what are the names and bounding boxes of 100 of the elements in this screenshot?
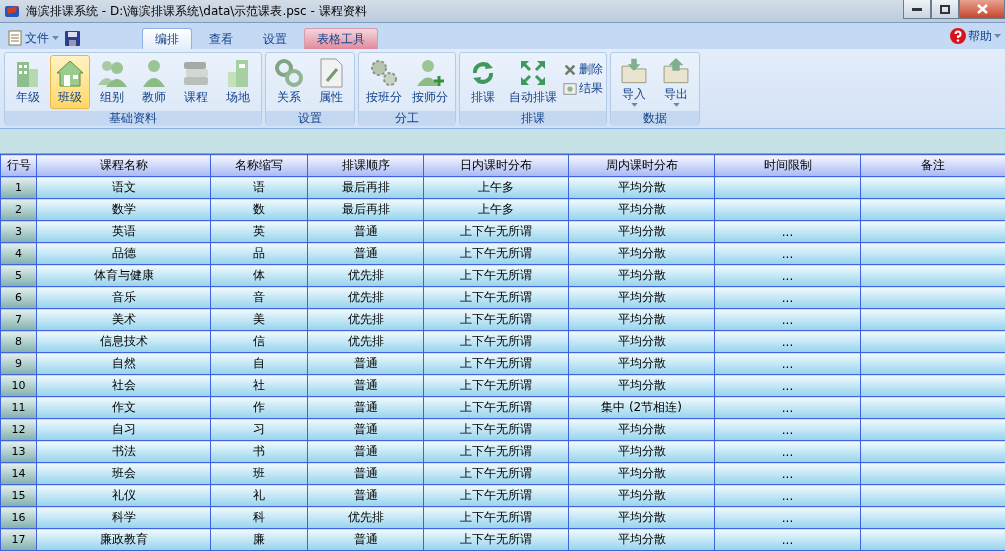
table-cell: 数学: [36, 198, 211, 221]
table-cell: 平均分散: [568, 484, 715, 507]
table-cell: 平均分散: [568, 330, 715, 353]
group-title: 数据: [611, 111, 699, 126]
table-cell: ...: [714, 286, 861, 309]
table-cell: 平均分散: [568, 506, 715, 529]
table-cell: 上午多: [423, 198, 569, 221]
maximize-icon: [940, 4, 950, 14]
column-header[interactable]: 行号: [0, 154, 37, 177]
table-cell: 英语: [36, 220, 211, 243]
table-cell: 上下午无所谓: [423, 528, 569, 551]
ribbon-button[interactable]: 年级: [8, 55, 48, 109]
table-cell: 廉政教育: [36, 528, 211, 551]
save-icon[interactable]: [65, 31, 80, 46]
document-icon: [8, 30, 22, 46]
maximize-button[interactable]: [931, 0, 959, 19]
chain-link-icon: [273, 57, 305, 89]
table-cell: ...: [714, 264, 861, 287]
table-cell: 平均分散: [568, 242, 715, 265]
ribbon-tab[interactable]: 表格工具: [304, 28, 378, 49]
group-title: 分工: [359, 111, 455, 126]
table-cell: 上下午无所谓: [423, 286, 569, 309]
ribbon-button[interactable]: 导入: [614, 55, 654, 109]
column-header[interactable]: 时间限制: [714, 154, 861, 177]
table-cell: 自然: [36, 352, 211, 375]
ribbon-button[interactable]: 组别: [92, 55, 132, 109]
table-cell: 上下午无所谓: [423, 242, 569, 265]
table-cell: 平均分散: [568, 220, 715, 243]
table-cell: 上下午无所谓: [423, 484, 569, 507]
ribbon-button[interactable]: 教师: [134, 55, 174, 109]
table-cell: 平均分散: [568, 462, 715, 485]
table-cell: 美术: [36, 308, 211, 331]
row-number: 11: [0, 396, 37, 419]
row-number: 6: [0, 286, 37, 309]
table-cell: 上下午无所谓: [423, 308, 569, 331]
window-title: 海滨排课系统 - D:\海滨排课系统\data\示范课表.psc - 课程资料: [26, 2, 367, 20]
group-title: 基础资料: [5, 111, 261, 126]
ribbon-tab[interactable]: 编排: [142, 28, 192, 49]
file-menu[interactable]: 文件: [8, 27, 59, 49]
row-number: 15: [0, 484, 37, 507]
column-header[interactable]: 课程名称: [36, 154, 211, 177]
close-button[interactable]: [959, 0, 1005, 19]
table-cell: ...: [714, 220, 861, 243]
table-cell: ...: [714, 330, 861, 353]
table-cell: 平均分散: [568, 198, 715, 221]
row-number: 5: [0, 264, 37, 287]
table-cell: 上下午无所谓: [423, 440, 569, 463]
table-cell: 品德: [36, 242, 211, 265]
table-cell: 平均分散: [568, 352, 715, 375]
ribbon-button[interactable]: 删除: [563, 61, 603, 78]
row-number: 2: [0, 198, 37, 221]
column-header[interactable]: 日内课时分布: [423, 154, 569, 177]
column-header[interactable]: 备注: [860, 154, 1005, 177]
ribbon-button[interactable]: 结果: [563, 80, 603, 97]
column-header[interactable]: 名称缩写: [210, 154, 308, 177]
minimize-button[interactable]: [903, 0, 931, 19]
ribbon-button[interactable]: 按班分: [362, 55, 406, 109]
column-header[interactable]: 排课顺序: [307, 154, 424, 177]
group-title: 设置: [266, 111, 354, 126]
table-cell: 平均分散: [568, 308, 715, 331]
ribbon-button[interactable]: 属性: [311, 55, 351, 109]
row-number: 13: [0, 440, 37, 463]
ribbon-button[interactable]: 排课: [463, 55, 503, 109]
table-cell: 班会: [36, 462, 211, 485]
table-cell: ...: [714, 418, 861, 441]
ribbon-button[interactable]: 课程: [176, 55, 216, 109]
table-cell: ...: [714, 440, 861, 463]
ribbon-button[interactable]: 场地: [218, 55, 258, 109]
ribbon-button[interactable]: 按师分: [408, 55, 452, 109]
table-cell: ...: [714, 528, 861, 551]
group-title: 排课: [460, 111, 606, 126]
ribbon-button[interactable]: 班级: [50, 55, 90, 109]
table-cell: 平均分散: [568, 374, 715, 397]
delete-icon: [563, 62, 577, 77]
table-cell: 作文: [36, 396, 211, 419]
row-number: 16: [0, 506, 37, 529]
caret-icon: [630, 103, 638, 107]
table-cell: 平均分散: [568, 528, 715, 551]
person-add-icon: [414, 57, 446, 89]
help-menu[interactable]: 帮助: [950, 27, 1001, 45]
table-cell: 信息技术: [36, 330, 211, 353]
column-header[interactable]: 周内课时分布: [568, 154, 715, 177]
table-cell: ...: [714, 462, 861, 485]
caret-icon: [52, 36, 59, 40]
ribbon-button[interactable]: 自动排课: [505, 55, 561, 109]
ribbon-button[interactable]: 导出: [656, 55, 696, 109]
table-cell: 上下午无所谓: [423, 462, 569, 485]
table-cell: 上午多: [423, 176, 569, 199]
table-cell: 自习: [36, 418, 211, 441]
table-cell: 书法: [36, 440, 211, 463]
table-cell: ...: [714, 374, 861, 397]
ribbon-tab[interactable]: 查看: [196, 28, 246, 49]
table-cell: ...: [714, 352, 861, 375]
caret-icon: [994, 34, 1001, 38]
result-icon: [563, 81, 577, 96]
table-cell: ...: [714, 308, 861, 331]
row-number: 7: [0, 308, 37, 331]
table-cell: ...: [714, 484, 861, 507]
ribbon-button[interactable]: 关系: [269, 55, 309, 109]
ribbon-tab[interactable]: 设置: [250, 28, 300, 49]
